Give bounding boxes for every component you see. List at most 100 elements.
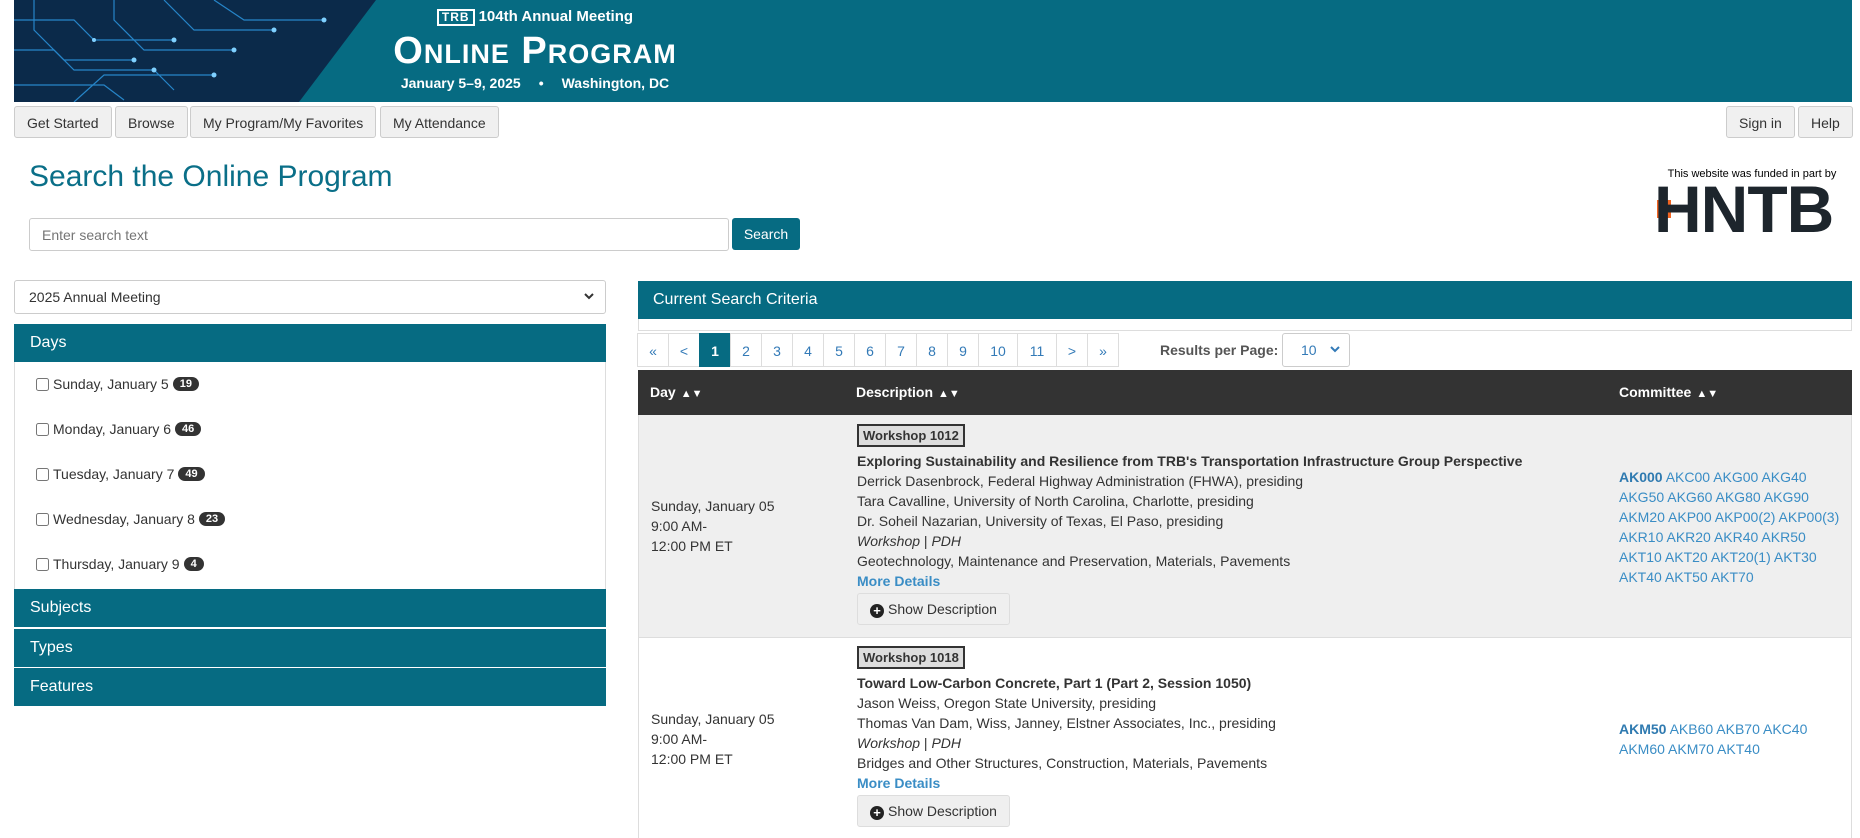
count-badge: 4 bbox=[183, 557, 204, 571]
features-accordion-header[interactable]: Features bbox=[14, 668, 606, 706]
sort-description-header[interactable]: Description ▲▼ bbox=[856, 370, 960, 417]
banner-meeting: 104th Annual Meeting bbox=[478, 8, 634, 25]
session-title: Toward Low-Carbon Concrete, Part 1 (Part… bbox=[857, 675, 1252, 691]
day-checkbox[interactable] bbox=[36, 467, 49, 481]
committee-links[interactable]: AKM20 AKP00 AKP00(2) AKP00(3) bbox=[1619, 507, 1849, 527]
sort-committee-header[interactable]: Committee ▲▼ bbox=[1619, 370, 1718, 417]
type-separator: | bbox=[923, 533, 928, 549]
page-link-5[interactable]: 5 bbox=[823, 333, 855, 367]
row-committee-cell: AKM50 AKB60 AKB70 AKC40 AKM60 AKM70 AKT4… bbox=[1619, 719, 1849, 759]
page-prev-link[interactable]: < bbox=[668, 333, 700, 367]
day-filter-thursday[interactable]: Thursday, January 94 bbox=[36, 556, 204, 572]
results-per-page-select[interactable]: 10 bbox=[1282, 333, 1350, 367]
sponsor-block: This website was funded in part by HNTB bbox=[1654, 168, 1850, 242]
page-next-link[interactable]: > bbox=[1056, 333, 1088, 367]
type-label: Workshop bbox=[857, 735, 921, 751]
session-badge: Workshop 1018 bbox=[857, 646, 965, 669]
day-label: Thursday, January 9 bbox=[53, 556, 180, 572]
committee-links[interactable]: AKR10 AKR20 AKR40 AKR50 bbox=[1619, 527, 1849, 547]
page-link-9[interactable]: 9 bbox=[947, 333, 979, 367]
page-last-link[interactable]: » bbox=[1087, 333, 1119, 367]
circuit-art-icon bbox=[14, 0, 376, 102]
row-time-start: 9:00 AM- bbox=[651, 731, 708, 747]
sort-icon: ▲▼ bbox=[1696, 388, 1719, 400]
page-link-11[interactable]: 11 bbox=[1017, 333, 1057, 367]
banner-text: TRB 104th Annual Meeting Online Program J… bbox=[370, 0, 700, 102]
more-details-link[interactable]: More Details bbox=[857, 775, 940, 791]
committee-links[interactable]: AKG50 AKG60 AKG80 AKG90 bbox=[1619, 487, 1849, 507]
header-committee-label: Committee bbox=[1619, 384, 1692, 400]
my-program-button[interactable]: My Program/My Favorites bbox=[190, 106, 377, 138]
table-row: Sunday, January 05 9:00 AM- 12:00 PM ET … bbox=[638, 637, 1852, 838]
committee-links[interactable]: AKC00 AKG00 AKG40 bbox=[1666, 469, 1807, 485]
banner-dates: January 5–9, 2025 bbox=[400, 75, 521, 91]
day-filter-wednesday[interactable]: Wednesday, January 8 23 bbox=[36, 511, 226, 527]
page-link-10[interactable]: 10 bbox=[978, 333, 1018, 367]
day-filter-monday[interactable]: Monday, January 6 46 bbox=[36, 421, 202, 437]
results-table-header: Day ▲▼ Description ▲▼ Committee ▲▼ bbox=[638, 370, 1852, 415]
search-input[interactable] bbox=[29, 218, 729, 251]
credit-label: PDH bbox=[931, 533, 962, 549]
row-time-start: 9:00 AM- bbox=[651, 518, 708, 534]
search-criteria-header: Current Search Criteria bbox=[638, 281, 1852, 319]
page-link-7[interactable]: 7 bbox=[885, 333, 917, 367]
sort-day-header[interactable]: Day ▲▼ bbox=[650, 370, 702, 417]
meeting-select-value: 2025 Annual Meeting bbox=[29, 289, 161, 305]
row-day-cell: Sunday, January 05 9:00 AM- 12:00 PM ET bbox=[651, 709, 775, 769]
header-description-label: Description bbox=[856, 384, 934, 400]
row-description-cell: Workshop 1018 Toward Low-Carbon Concrete… bbox=[857, 646, 1276, 827]
day-filter-tuesday[interactable]: Tuesday, January 7 49 bbox=[36, 466, 205, 482]
show-description-button[interactable]: + Show Description bbox=[857, 795, 1010, 827]
sign-in-button[interactable]: Sign in bbox=[1726, 106, 1795, 138]
browse-button[interactable]: Browse bbox=[115, 106, 188, 138]
count-badge: 19 bbox=[172, 377, 199, 391]
committee-links[interactable]: AKT10 AKT20 AKT20(1) AKT30 bbox=[1619, 547, 1849, 567]
day-checkbox[interactable] bbox=[36, 422, 49, 436]
committee-links[interactable]: AKB60 AKB70 AKC40 bbox=[1670, 721, 1808, 737]
days-accordion-header[interactable]: Days bbox=[14, 324, 606, 362]
session-subjects: Geotechnology, Maintenance and Preservat… bbox=[857, 553, 1291, 569]
committee-links[interactable]: AKT40 AKT50 AKT70 bbox=[1619, 567, 1849, 587]
meeting-select[interactable]: 2025 Annual Meeting bbox=[14, 280, 606, 314]
committee-lead-link[interactable]: AK000 bbox=[1619, 469, 1663, 485]
page-link-8[interactable]: 8 bbox=[916, 333, 948, 367]
day-filter-sunday[interactable]: Sunday, January 5 19 bbox=[36, 376, 199, 392]
page-link-3[interactable]: 3 bbox=[761, 333, 793, 367]
search-button[interactable]: Search bbox=[732, 218, 800, 250]
subjects-accordion-header[interactable]: Subjects bbox=[14, 589, 606, 627]
my-attendance-button[interactable]: My Attendance bbox=[380, 106, 499, 138]
page-link-2[interactable]: 2 bbox=[730, 333, 762, 367]
day-label: Tuesday, January 7 bbox=[53, 466, 175, 482]
row-day-cell: Sunday, January 05 9:00 AM- 12:00 PM ET bbox=[651, 496, 775, 556]
help-button[interactable]: Help bbox=[1798, 106, 1853, 138]
committee-lead-link[interactable]: AKM50 bbox=[1619, 721, 1666, 737]
banner-location: Washington, DC bbox=[561, 75, 670, 91]
types-accordion-header[interactable]: Types bbox=[14, 629, 606, 667]
presider: Derrick Dasenbrock, Federal Highway Admi… bbox=[857, 473, 1304, 489]
page-link-6[interactable]: 6 bbox=[854, 333, 886, 367]
results-per-page-value: 10 bbox=[1301, 342, 1317, 358]
page-link-4[interactable]: 4 bbox=[792, 333, 824, 367]
day-checkbox[interactable] bbox=[36, 557, 49, 571]
count-badge: 49 bbox=[178, 467, 205, 481]
count-badge: 23 bbox=[198, 512, 226, 526]
day-checkbox[interactable] bbox=[36, 377, 49, 391]
more-details-link[interactable]: More Details bbox=[857, 573, 940, 589]
page-first-link[interactable]: « bbox=[637, 333, 669, 367]
committee-links[interactable]: AKM60 AKM70 AKT40 bbox=[1619, 739, 1849, 759]
day-label: Wednesday, January 8 bbox=[53, 511, 195, 527]
row-day: Sunday, January 05 bbox=[651, 711, 775, 727]
session-type: Workshop | PDH bbox=[857, 733, 1276, 753]
presider: Thomas Van Dam, Wiss, Janney, Elstner As… bbox=[857, 715, 1276, 731]
results-per-page-label: Results per Page: bbox=[1160, 342, 1279, 358]
day-checkbox[interactable] bbox=[36, 512, 49, 526]
page-link-1[interactable]: 1 bbox=[699, 333, 731, 367]
show-description-button[interactable]: + Show Description bbox=[857, 593, 1010, 625]
trb-logo: TRB bbox=[436, 9, 475, 26]
show-description-label: Show Description bbox=[888, 601, 997, 617]
sort-icon: ▲▼ bbox=[938, 388, 960, 400]
header-day-label: Day bbox=[650, 384, 676, 400]
header-banner: TRB 104th Annual Meeting Online Program J… bbox=[14, 0, 1852, 102]
get-started-button[interactable]: Get Started bbox=[14, 106, 112, 138]
presider: Tara Cavalline, University of North Caro… bbox=[857, 493, 1254, 509]
